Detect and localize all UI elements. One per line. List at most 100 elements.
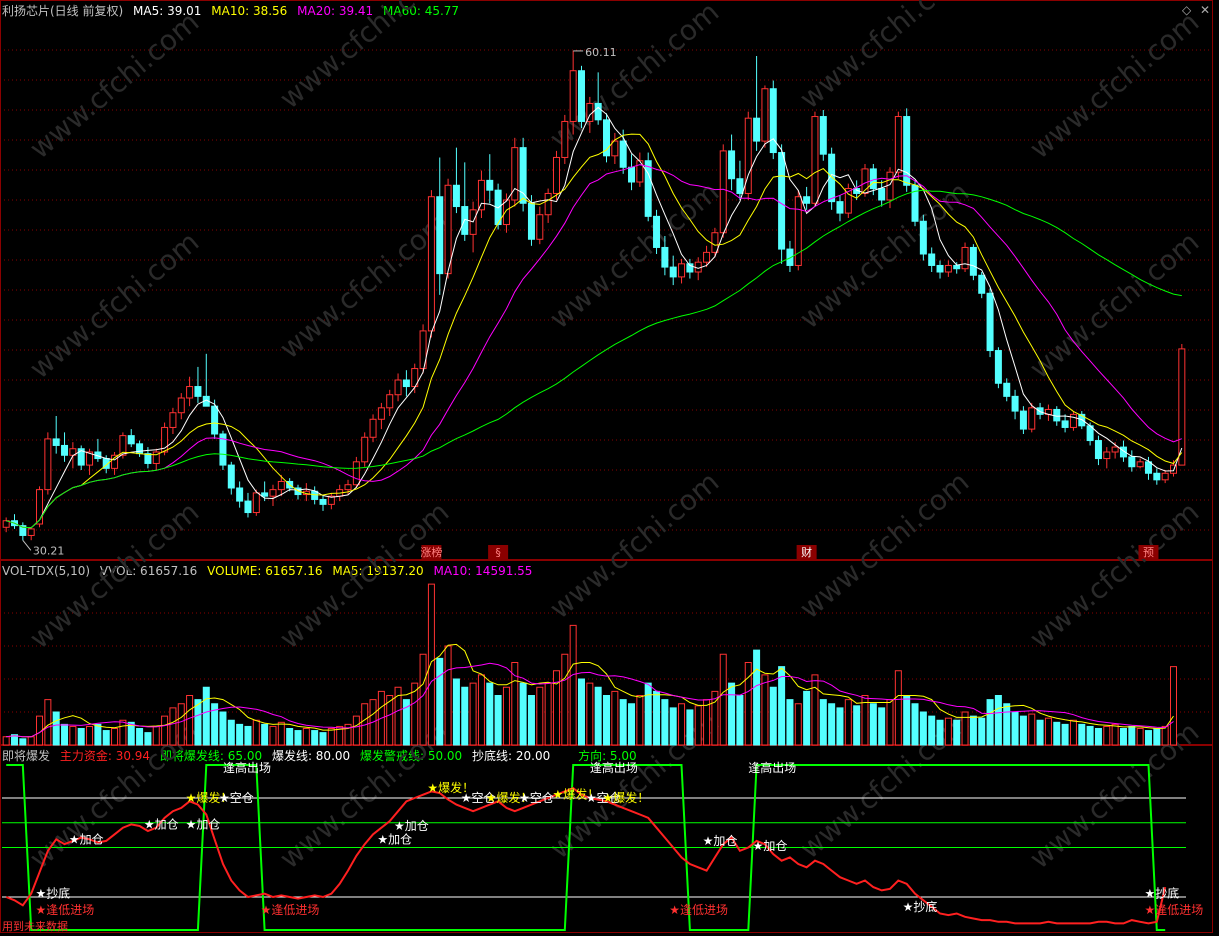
volume-bar xyxy=(1128,725,1136,746)
candle-body xyxy=(594,102,602,121)
watermark-text: www.cfchi.com xyxy=(543,465,725,625)
candle-body xyxy=(52,438,60,446)
volume-bar xyxy=(77,728,85,746)
candle-body xyxy=(1094,440,1102,460)
signal-label: ★加仓 xyxy=(69,832,104,846)
candle-body xyxy=(477,179,485,211)
watermark-text: www.cfchi.com xyxy=(23,5,205,165)
candle-body xyxy=(669,266,677,278)
volume-bar xyxy=(603,695,611,746)
volume-bar xyxy=(86,725,94,746)
volume-bar xyxy=(619,699,627,746)
volume-bar xyxy=(277,721,285,746)
candle-body xyxy=(502,199,510,226)
candle-body xyxy=(344,484,352,491)
volume-bar xyxy=(169,707,177,746)
watermark-text: www.cfchi.com xyxy=(543,175,725,335)
watermark-text: www.cfchi.com xyxy=(1023,495,1205,655)
volume-bar xyxy=(919,711,927,746)
candle-body xyxy=(194,386,202,397)
volume-bar xyxy=(469,682,477,746)
volume-bar xyxy=(803,690,811,746)
volume-bar xyxy=(653,690,661,746)
volume-bar xyxy=(1069,719,1077,746)
volume-bar xyxy=(111,728,119,746)
volume-bar xyxy=(936,719,944,746)
volume-bar xyxy=(678,703,686,746)
candle-body xyxy=(619,140,627,168)
volume-bar xyxy=(61,723,69,746)
volume-bar xyxy=(586,682,594,746)
volume-bar xyxy=(152,725,160,746)
volume-bar xyxy=(878,707,886,746)
volume-bar xyxy=(1086,725,1094,746)
volume-bar xyxy=(477,674,485,746)
volume-bar xyxy=(786,699,794,746)
volume-bar xyxy=(511,662,519,746)
candle-body xyxy=(452,184,460,208)
volume-bar xyxy=(1111,723,1119,746)
volume-bar xyxy=(728,682,736,746)
candle-body xyxy=(711,232,719,253)
candle-body xyxy=(1153,472,1161,481)
event-marker: 预 xyxy=(1143,546,1154,559)
candle-body xyxy=(653,215,661,248)
volume-bar xyxy=(1019,715,1027,746)
volume-bar xyxy=(886,699,894,746)
volume-bar xyxy=(144,732,152,746)
volume-bar xyxy=(577,678,585,746)
candle-body xyxy=(886,171,894,201)
candle-body xyxy=(1028,407,1036,430)
volume-bar xyxy=(2,736,10,746)
candle-body xyxy=(769,88,777,154)
candle-body xyxy=(386,394,394,409)
volume-bar xyxy=(252,719,260,746)
volume-bar xyxy=(636,695,644,746)
candle-body xyxy=(969,246,977,276)
candle-body xyxy=(369,418,377,438)
volume-bar xyxy=(52,711,60,746)
volume-bar xyxy=(1036,719,1044,746)
candle-body xyxy=(269,489,277,497)
volume-bar xyxy=(844,699,852,746)
volume-bar xyxy=(244,725,252,746)
candle-body xyxy=(1111,446,1119,453)
candle-body xyxy=(61,444,69,456)
candle-body xyxy=(878,188,886,201)
signal-label: ★空仓 xyxy=(519,791,554,805)
candle-body xyxy=(1128,456,1136,468)
candle-body xyxy=(1136,461,1144,468)
candle-body xyxy=(544,192,552,216)
candle-body xyxy=(753,117,761,142)
volume-bar xyxy=(928,715,936,746)
candle-body xyxy=(244,500,252,514)
candle-body xyxy=(527,202,535,240)
volume-bar xyxy=(236,723,244,746)
volume-bar xyxy=(594,686,602,746)
candle-body xyxy=(1103,451,1111,460)
candle-body xyxy=(1069,413,1077,428)
volume-bar xyxy=(969,715,977,746)
volume-bar xyxy=(1094,728,1102,746)
candle-body xyxy=(694,261,702,273)
volume-bar xyxy=(69,725,77,746)
volume-bar xyxy=(419,653,427,746)
volume-bar xyxy=(102,730,110,746)
volume-bar xyxy=(986,699,994,746)
volume-bar xyxy=(561,653,569,746)
volume-bar xyxy=(1028,713,1036,746)
signal-label: ★空仓 xyxy=(219,791,254,805)
volume-bar xyxy=(1103,725,1111,746)
volume-bar xyxy=(644,682,652,746)
volume-bar xyxy=(461,686,469,746)
volume-bar xyxy=(903,695,911,746)
candle-body xyxy=(1019,410,1027,430)
volume-bar xyxy=(869,703,877,746)
event-marker: 涨榜 xyxy=(420,545,442,559)
candle-body xyxy=(628,166,636,183)
volume-bar xyxy=(536,686,544,746)
volume-bar xyxy=(1153,728,1161,746)
volume-bar xyxy=(177,703,185,746)
chart-canvas[interactable]: www.cfchi.com www.cfchi.com www.cfchi.com w… xyxy=(0,0,1219,935)
future-data-note: 用到未来数据 xyxy=(2,920,68,933)
